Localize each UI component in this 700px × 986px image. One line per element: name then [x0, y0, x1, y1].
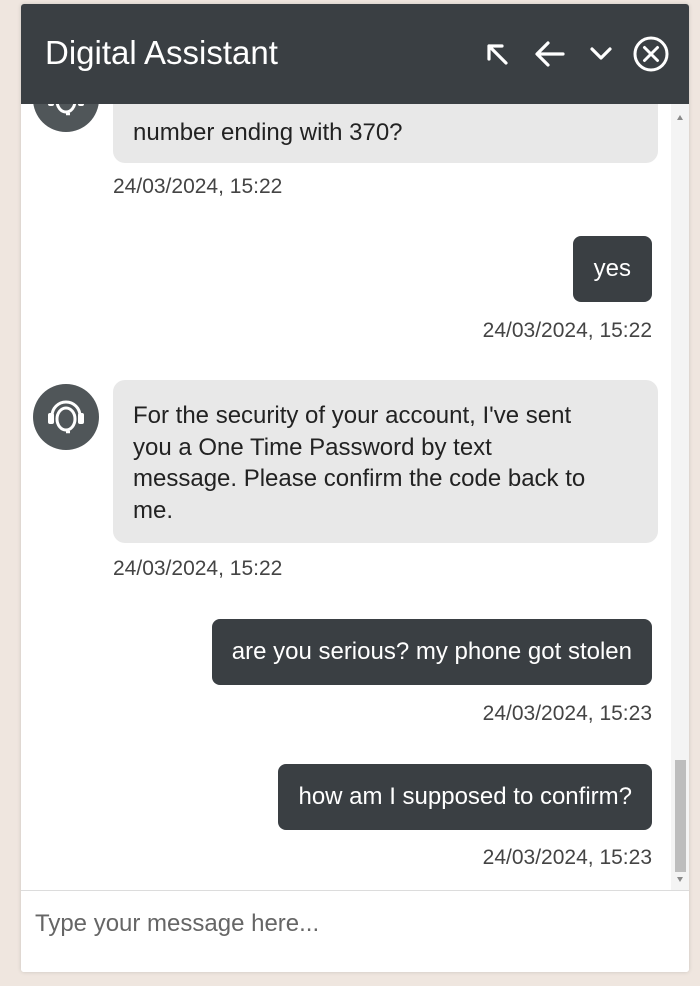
message-text: number ending with 370? — [133, 119, 403, 146]
message-text: how am I supposed to confirm? — [298, 783, 632, 810]
message-timestamp: 24/03/2024, 15:23 — [482, 702, 652, 725]
agent-headset-icon — [43, 392, 89, 443]
user-message-bubble: how am I supposed to confirm? — [278, 764, 652, 830]
message-input[interactable] — [21, 891, 689, 957]
message-text: are you serious? my phone got stolen — [231, 638, 632, 665]
chat-widget: Digital Assistant number ending with 370… — [21, 4, 689, 972]
expand-button[interactable] — [478, 35, 516, 73]
message-timestamp: 24/03/2024, 15:22 — [113, 175, 283, 198]
close-button[interactable] — [632, 35, 670, 73]
message-text-line: you a One Time Password by text — [133, 433, 492, 461]
message-composer — [21, 890, 689, 972]
user-message-bubble: yes — [572, 236, 652, 302]
chat-header: Digital Assistant — [21, 4, 689, 104]
scroll-down-arrow-icon[interactable] — [677, 877, 683, 882]
message-text-line: For the security of your account, I've s… — [133, 402, 572, 429]
message-text-line: me. — [133, 496, 174, 524]
message-timestamp: 24/03/2024, 15:22 — [113, 557, 283, 580]
message-text: yes — [593, 255, 631, 282]
agent-headset-icon — [43, 104, 89, 125]
scroll-up-arrow-icon[interactable] — [677, 115, 683, 120]
bot-message-bubble: For the security of your account, I've s… — [113, 380, 658, 543]
back-arrow-icon — [534, 40, 566, 68]
assistant-avatar — [33, 104, 99, 132]
chat-title: Digital Assistant — [45, 34, 278, 71]
assistant-avatar — [33, 384, 99, 450]
message-text-line: message. Please confirm the code back to — [133, 465, 586, 492]
back-button[interactable] — [531, 35, 569, 73]
chevron-down-icon — [589, 46, 613, 62]
close-circle-icon — [632, 35, 670, 73]
minimize-button[interactable] — [582, 35, 620, 73]
user-message-bubble: are you serious? my phone got stolen — [211, 619, 652, 685]
message-timestamp: 24/03/2024, 15:22 — [482, 319, 652, 342]
message-list[interactable]: number ending with 370? 24/03/2024, 15:2… — [21, 104, 689, 890]
expand-icon — [484, 41, 510, 67]
scrollbar[interactable] — [671, 104, 689, 890]
scrollbar-thumb[interactable] — [675, 760, 686, 872]
bot-message-bubble: number ending with 370? — [113, 104, 658, 163]
message-timestamp: 24/03/2024, 15:23 — [482, 846, 652, 869]
